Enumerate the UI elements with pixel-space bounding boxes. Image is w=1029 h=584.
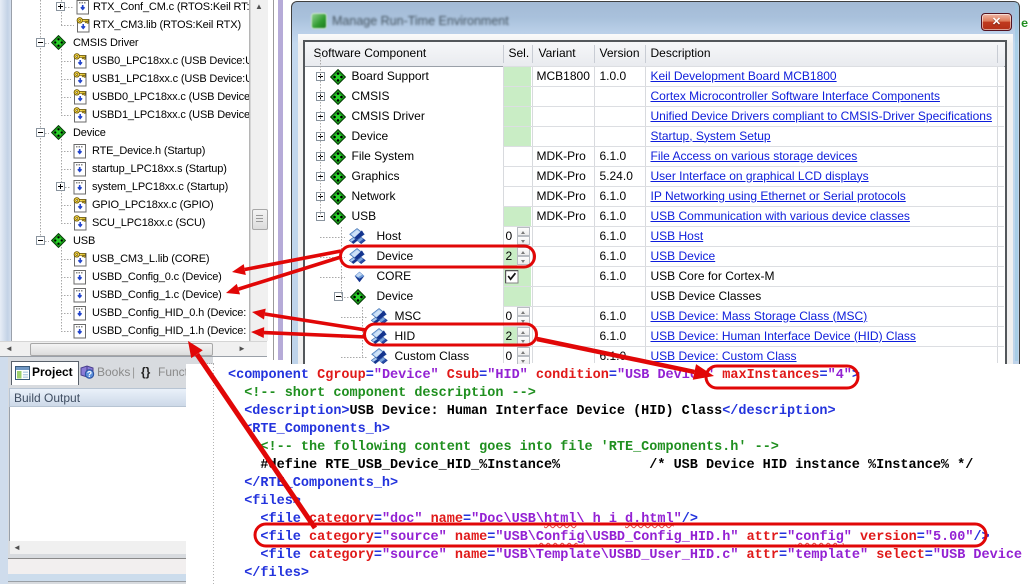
svg-text:?: ?: [87, 369, 92, 379]
